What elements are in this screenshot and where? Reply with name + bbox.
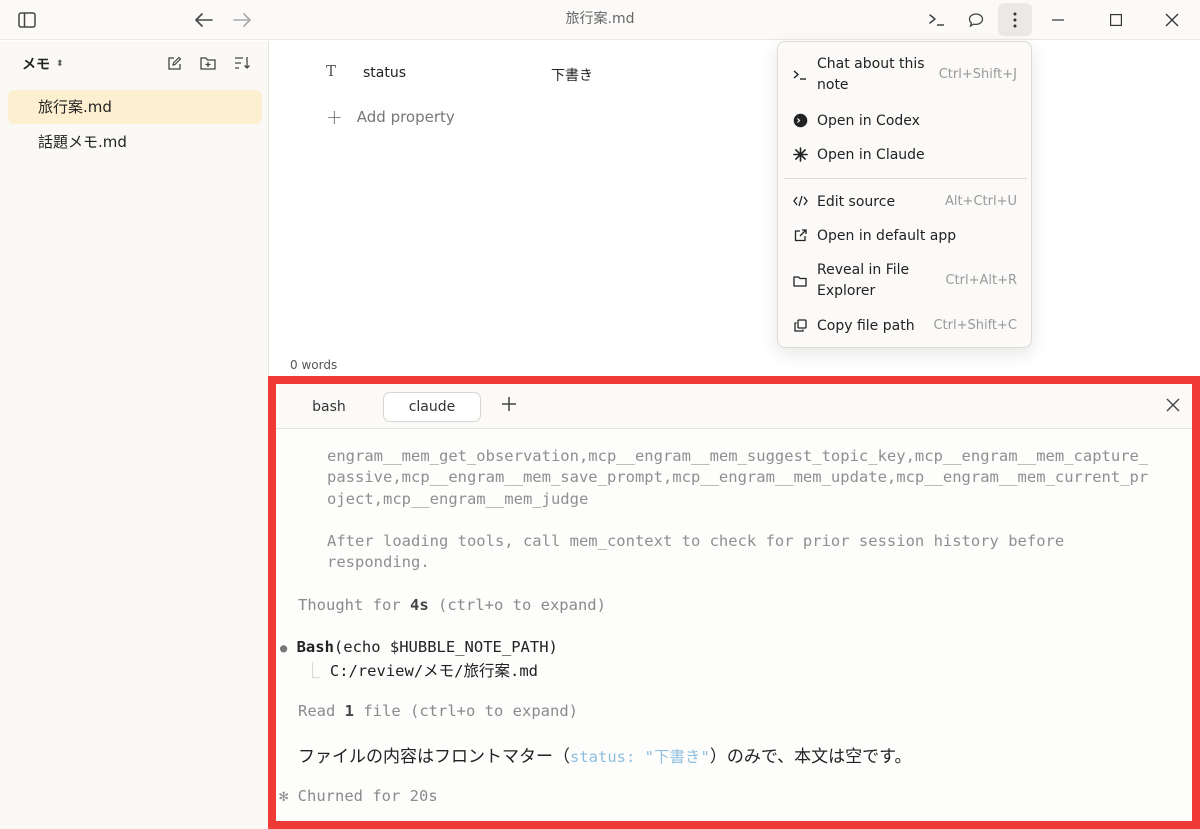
minimize-icon[interactable]	[1048, 10, 1068, 30]
file-sidebar: メモ ⬍ 旅行案.md 話題メモ.md	[0, 41, 269, 829]
folder-name: メモ	[22, 57, 50, 73]
menu-item-shortcut: Ctrl+Shift+C	[933, 318, 1017, 333]
menu-item-label: Chat about this note	[817, 56, 925, 93]
terminal-icon[interactable]	[926, 9, 948, 31]
menu-item-shortcut: Alt+Ctrl+U	[944, 194, 1017, 209]
external-link-icon	[792, 227, 808, 243]
thought-line: Thought for 4s (ctrl+o to expand)	[298, 596, 606, 614]
read-line: Read 1 file (ctrl+o to expand)	[298, 702, 578, 720]
chat-bubble-icon[interactable]	[965, 9, 987, 31]
menu-item-label: Open in Codex	[817, 113, 920, 129]
add-property-button[interactable]: + Add property	[326, 105, 455, 129]
spinner-icon: ✻	[279, 787, 289, 805]
file-name: 話題メモ.md	[38, 133, 127, 151]
menu-item-reveal-in-explorer[interactable]: Reveal in File Explorer Ctrl+Alt+R	[778, 260, 1031, 302]
plus-icon: +	[326, 105, 343, 129]
property-value[interactable]: 下書き	[551, 65, 593, 85]
sort-icon[interactable]	[232, 53, 252, 73]
title-bar: 旅行案.md	[0, 0, 1200, 40]
menu-item-label: Copy file path	[817, 318, 915, 334]
new-note-icon[interactable]	[164, 53, 184, 73]
word-count: 0 words	[290, 358, 338, 372]
kebab-menu-icon[interactable]	[998, 3, 1032, 36]
codex-icon	[792, 112, 808, 128]
menu-item-label: Open in Claude	[817, 147, 925, 163]
branch-icon: ⎿	[305, 662, 321, 680]
bash-output-line: ⎿ C:/review/メモ/旅行案.md	[305, 662, 539, 680]
menu-item-open-in-claude[interactable]: Open in Claude	[778, 144, 1031, 168]
maximize-icon[interactable]	[1106, 10, 1126, 30]
menu-item-shortcut: Ctrl+Alt+R	[945, 273, 1017, 288]
note-actions-menu: Chat about this note Ctrl+Shift+J Open i…	[777, 41, 1032, 348]
terminal-line: responding.	[327, 553, 430, 571]
menu-item-shortcut: Ctrl+Shift+J	[938, 67, 1017, 82]
terminal-line: After loading tools, call mem_context to…	[327, 532, 1065, 550]
text-type-icon: T	[326, 62, 337, 80]
menu-item-label: Open in default app	[817, 228, 957, 244]
terminal-tab-bar: bash claude	[276, 384, 1192, 429]
folder-icon	[792, 273, 808, 289]
close-panel-icon[interactable]	[1164, 396, 1182, 414]
menu-item-open-in-codex[interactable]: Open in Codex	[778, 110, 1031, 134]
folder-selector[interactable]: メモ ⬍	[22, 54, 64, 74]
tab-claude[interactable]: claude	[383, 392, 481, 422]
add-property-label: Add property	[356, 108, 455, 126]
arrow-left-icon[interactable]	[193, 10, 215, 30]
menu-separator	[784, 178, 1027, 179]
arrow-right-icon[interactable]	[231, 10, 253, 30]
menu-item-chat-about-note[interactable]: Chat about this note Ctrl+Shift+J	[778, 54, 1031, 96]
bullet-icon: ●	[280, 641, 288, 655]
bash-call-line: ● Bash(echo $HUBBLE_NOTE_PATH)	[280, 638, 558, 656]
menu-item-label: Reveal in File Explorer	[817, 262, 910, 299]
terminal-line: engram__mem_get_observation,mcp__engram_…	[327, 447, 1149, 465]
assistant-answer: ファイルの内容はフロントマター（status: "下書き"）のみで、本文は空です…	[298, 747, 912, 767]
status-line: ✻ Churned for 20s	[279, 787, 438, 805]
code-icon	[792, 193, 808, 209]
new-folder-icon[interactable]	[198, 53, 218, 73]
file-item-topic-memo[interactable]: 話題メモ.md	[8, 125, 262, 159]
menu-item-edit-source[interactable]: Edit source Alt+Ctrl+U	[778, 191, 1031, 215]
note-editor: T status 下書き + Add property	[270, 41, 1200, 376]
terminal-prompt-icon	[792, 67, 808, 83]
close-icon[interactable]	[1162, 10, 1182, 30]
file-name: 旅行案.md	[38, 98, 112, 116]
property-key[interactable]: status	[363, 65, 406, 81]
terminal-line: passive,mcp__engram__mem_save_prompt,mcp…	[327, 468, 1149, 486]
sidebar-header: メモ ⬍	[0, 41, 269, 85]
tab-bash[interactable]: bash	[293, 392, 365, 422]
claude-icon	[792, 146, 808, 162]
copy-icon	[792, 317, 808, 333]
chevron-updown-icon: ⬍	[56, 59, 64, 69]
sidebar-toggle-icon[interactable]	[17, 10, 37, 30]
terminal-panel: bash claude engram__mem_get_observation,…	[268, 376, 1200, 829]
file-item-travel-plan[interactable]: 旅行案.md	[8, 90, 262, 124]
terminal-line: oject,mcp__engram__mem_judge	[327, 490, 589, 508]
new-tab-icon[interactable]	[498, 393, 520, 415]
menu-item-copy-file-path[interactable]: Copy file path Ctrl+Shift+C	[778, 315, 1031, 339]
menu-item-open-default-app[interactable]: Open in default app	[778, 225, 1031, 249]
menu-item-label: Edit source	[817, 194, 896, 210]
